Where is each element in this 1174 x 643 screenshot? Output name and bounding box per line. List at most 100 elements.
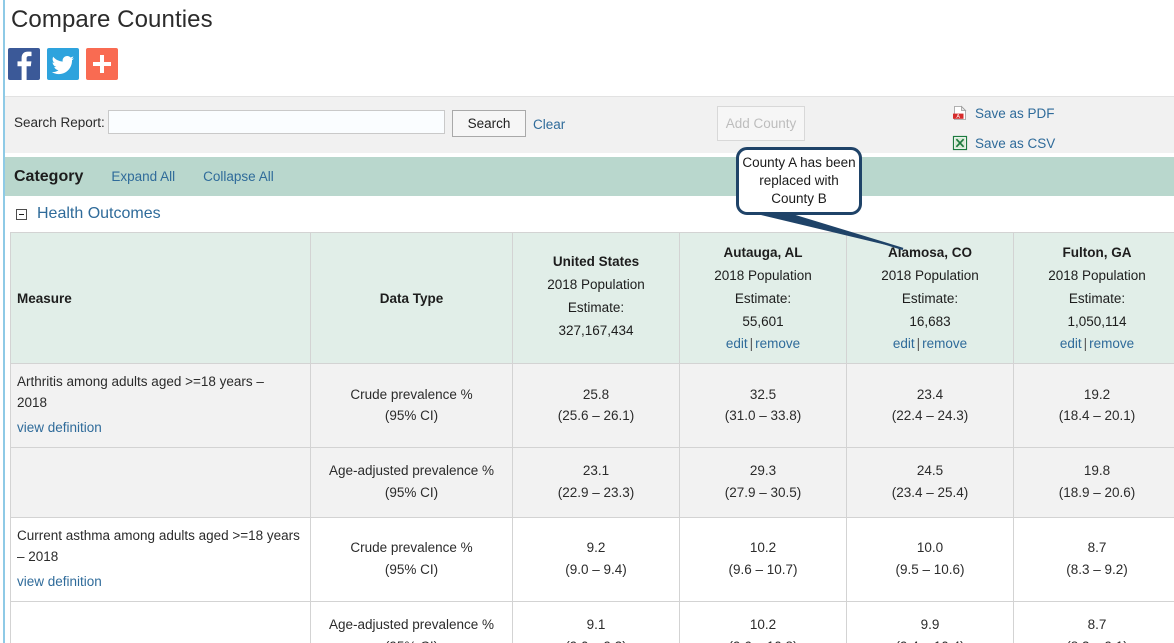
- data-type-cell: Age-adjusted prevalence % (95% CI): [310, 446, 513, 518]
- confidence-interval-label: (95% CI): [384, 485, 439, 501]
- value-cell: 19.2 (18.4 – 20.1): [1013, 363, 1174, 448]
- data-type-label: Crude prevalence %: [350, 386, 473, 402]
- header-county-2: Alamosa, CO 2018 Population Estimate: 16…: [846, 232, 1014, 364]
- confidence-interval-value: (9.4 – 10.4): [895, 639, 964, 643]
- action-separator-2: |: [916, 336, 921, 352]
- data-type-label: Age-adjusted prevalence %: [328, 463, 495, 479]
- estimate-value: 24.5: [916, 463, 944, 479]
- confidence-interval-value: (9.5 – 10.6): [895, 562, 965, 578]
- value-cell: 9.9 (9.4 – 10.4): [846, 600, 1014, 643]
- county-pop-label-2a: 2018 Population: [881, 267, 979, 283]
- data-type-cell: Crude prevalence % (95% CI): [310, 516, 513, 602]
- confidence-interval-value: (23.4 – 25.4): [891, 485, 969, 501]
- save-as-pdf-label: Save as PDF: [975, 105, 1055, 121]
- measure-text: Current asthma among adults aged >=18 ye…: [17, 527, 300, 543]
- county-actions-2: edit | remove: [855, 336, 1005, 351]
- twitter-icon: [47, 48, 79, 80]
- save-as-csv-link[interactable]: Save as CSV: [952, 135, 1055, 151]
- header-county-3: Fulton, GA 2018 Population Estimate: 1,0…: [1013, 232, 1174, 364]
- confidence-interval-value: (9.6 – 10.8): [728, 639, 797, 643]
- data-type-cell: Age-adjusted prevalence % (95% CI): [310, 600, 513, 643]
- county-name-2: Alamosa, CO: [887, 244, 973, 260]
- value-cell: 23.1 (22.9 – 23.3): [512, 446, 680, 518]
- estimate-value: 10.2: [749, 617, 777, 633]
- callout-bubble: County A has been replaced with County B: [736, 147, 862, 215]
- measure-text-cont: 2018: [17, 394, 48, 410]
- county-name-0: United States: [552, 253, 640, 269]
- remove-county-2[interactable]: remove: [922, 336, 967, 351]
- confidence-interval-value: (27.9 – 30.5): [724, 485, 802, 501]
- measure-cell: [10, 446, 311, 518]
- estimate-value: 19.2: [1083, 386, 1111, 402]
- action-separator-1: |: [749, 336, 754, 352]
- collapse-toggle-icon[interactable]: [16, 208, 27, 220]
- confidence-interval-label: (95% CI): [385, 639, 438, 643]
- save-as-pdf-link[interactable]: A Save as PDF: [952, 105, 1055, 121]
- action-separator-3: |: [1083, 336, 1088, 352]
- view-definition-link[interactable]: view definition: [17, 418, 102, 439]
- county-actions-1: edit | remove: [688, 336, 838, 351]
- value-cell: 25.8 (25.6 – 26.1): [512, 363, 680, 448]
- value-cell: 32.5 (31.0 – 33.8): [679, 363, 847, 448]
- edit-county-1[interactable]: edit: [726, 336, 748, 351]
- estimate-value: 9.1: [586, 617, 606, 633]
- remove-county-3[interactable]: remove: [1089, 336, 1134, 351]
- add-county-button[interactable]: Add County: [717, 106, 805, 141]
- edit-county-2[interactable]: edit: [893, 336, 915, 351]
- table-header-row: Measure Data Type United States 2018 Pop…: [10, 232, 1174, 364]
- table-row: Age-adjusted prevalence % (95% CI) 9.1 (9.0…: [10, 600, 1174, 643]
- county-name-3: Fulton, GA: [1062, 244, 1132, 260]
- value-cell: 8.7 (8.3 – 9.1): [1013, 600, 1174, 643]
- confidence-interval-value: (25.6 – 26.1): [557, 408, 635, 424]
- category-label: Category: [14, 167, 84, 185]
- estimate-value: 23.4: [916, 386, 944, 402]
- search-input[interactable]: [108, 110, 445, 134]
- estimate-value: 10.2: [749, 540, 777, 556]
- search-button[interactable]: Search: [452, 110, 526, 137]
- compare-counties-page: Compare Counties Search Report: Search C…: [0, 0, 1174, 643]
- more-share-button[interactable]: [86, 48, 118, 80]
- estimate-value: 10.0: [916, 540, 944, 556]
- estimate-value: 8.7: [1087, 540, 1107, 556]
- table-row: Age-adjusted prevalence % (95% CI) 23.1 (22…: [10, 446, 1174, 518]
- value-cell: 10.0 (9.5 – 10.6): [846, 516, 1014, 602]
- confidence-interval-value: (9.6 – 10.7): [728, 562, 798, 578]
- value-cell: 29.3 (27.9 – 30.5): [679, 446, 847, 518]
- measure-text: Arthritis among adults aged >=18 years –: [17, 374, 264, 389]
- twitter-share-button[interactable]: [47, 48, 79, 80]
- data-type-label: Crude prevalence %: [350, 540, 473, 556]
- table-head: Measure Data Type United States 2018 Pop…: [10, 232, 1174, 364]
- excel-file-icon: [952, 135, 968, 151]
- view-definition-link[interactable]: view definition: [17, 572, 102, 593]
- county-pop-label-0a: 2018 Population: [547, 276, 645, 292]
- header-measure: Measure: [10, 232, 311, 364]
- estimate-value: 8.7: [1087, 617, 1107, 633]
- county-population-1: 55,601: [742, 314, 784, 330]
- save-as-csv-label: Save as CSV: [975, 135, 1056, 151]
- value-cell: 10.2 (9.6 – 10.7): [679, 516, 847, 602]
- value-cell: 8.7 (8.3 – 9.2): [1013, 516, 1174, 602]
- county-population-0: 327,167,434: [558, 323, 634, 339]
- confidence-interval-value: (9.0 – 9.3): [565, 639, 627, 643]
- confidence-interval-value: (8.3 – 9.1): [1066, 639, 1128, 643]
- search-report-label: Search Report:: [14, 115, 105, 130]
- county-pop-label-0b: Estimate:: [567, 299, 625, 315]
- clear-link[interactable]: Clear: [533, 117, 565, 132]
- section-health-outcomes: Health Outcomes: [5, 196, 1174, 232]
- measure-cell: Current asthma among adults aged >=18 ye…: [10, 516, 311, 602]
- data-type-label: Age-adjusted prevalence %: [328, 617, 495, 633]
- collapse-all-link[interactable]: Collapse All: [203, 169, 274, 184]
- value-cell: 23.4 (22.4 – 24.3): [846, 363, 1014, 448]
- remove-county-1[interactable]: remove: [755, 336, 800, 351]
- expand-all-link[interactable]: Expand All: [111, 169, 175, 184]
- section-title[interactable]: Health Outcomes: [37, 205, 161, 223]
- edit-county-3[interactable]: edit: [1060, 336, 1082, 351]
- estimate-value: 19.8: [1083, 463, 1111, 479]
- measure-text-cont: – 2018: [17, 548, 59, 564]
- county-pop-label-1a: 2018 Population: [714, 267, 812, 283]
- value-cell: 19.8 (18.9 – 20.6): [1013, 446, 1174, 518]
- facebook-share-button[interactable]: [8, 48, 40, 80]
- county-pop-label-3b: Estimate:: [1068, 290, 1126, 306]
- measure-cell: Arthritis among adults aged >=18 years –…: [10, 363, 311, 448]
- value-cell: 9.2 (9.0 – 9.4): [512, 516, 680, 602]
